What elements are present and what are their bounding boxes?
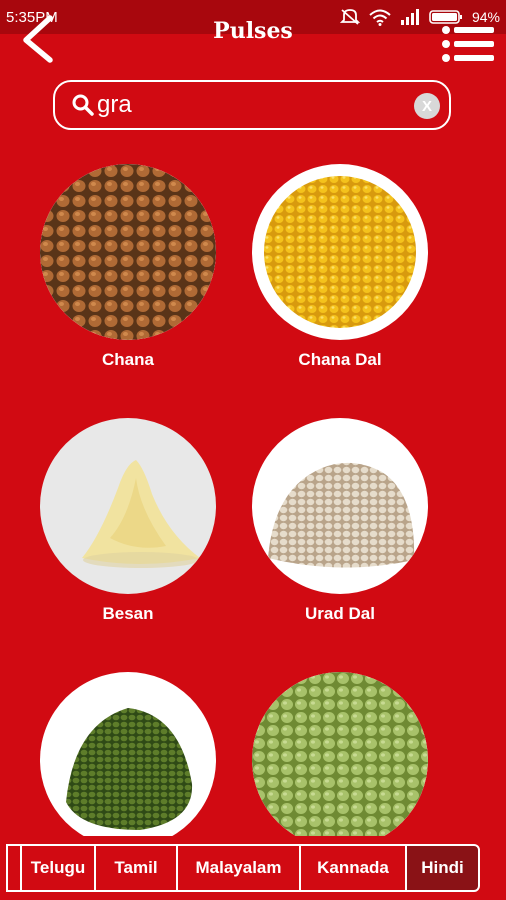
- status-bar: 5:35PM 94%: [0, 0, 506, 34]
- language-tab-hindi[interactable]: Hindi: [405, 844, 480, 892]
- item-card[interactable]: Besan: [38, 418, 218, 624]
- language-tabs: Telugu Tamil Malayalam Kannada Hindi: [6, 844, 500, 892]
- yellow-split-pulses-image: [252, 164, 428, 340]
- language-tab-malayalam[interactable]: Malayalam: [176, 844, 299, 892]
- chevron-left-icon: [23, 15, 53, 63]
- language-tab-kannada[interactable]: Kannada: [299, 844, 405, 892]
- item-card[interactable]: Urad Dal: [250, 418, 430, 624]
- green-split-peas-image: [252, 672, 428, 848]
- item-card[interactable]: [38, 672, 218, 858]
- item-card[interactable]: [250, 672, 430, 858]
- item-card[interactable]: Chana: [38, 164, 218, 370]
- list-menu-button[interactable]: [440, 24, 496, 64]
- list-menu-icon: [442, 26, 494, 62]
- battery-percent: 94%: [471, 9, 500, 25]
- search-input[interactable]: [97, 90, 397, 120]
- item-label: Chana: [102, 350, 154, 369]
- green-moong-image: [40, 672, 216, 848]
- item-label: Urad Dal: [305, 604, 375, 623]
- signal-icon: [400, 9, 419, 25]
- wifi-icon: [369, 9, 391, 26]
- mute-icon: [339, 9, 360, 25]
- clear-search-button[interactable]: X: [414, 93, 440, 119]
- item-label: Besan: [102, 604, 154, 623]
- item-label: Chana Dal: [298, 350, 382, 369]
- language-bar: Telugu Tamil Malayalam Kannada Hindi: [0, 836, 506, 900]
- language-tab-partial[interactable]: [6, 844, 20, 892]
- language-tab-telugu[interactable]: Telugu: [20, 844, 94, 892]
- chickpeas-image: [40, 164, 216, 340]
- back-button[interactable]: [18, 14, 58, 64]
- search-icon: [72, 94, 94, 116]
- white-split-lentils-image: [252, 418, 428, 594]
- item-card[interactable]: Chana Dal: [250, 164, 430, 370]
- search-box: X: [53, 80, 451, 130]
- battery-icon: [429, 10, 462, 24]
- language-tab-tamil[interactable]: Tamil: [94, 844, 176, 892]
- gram-flour-image: [40, 418, 216, 594]
